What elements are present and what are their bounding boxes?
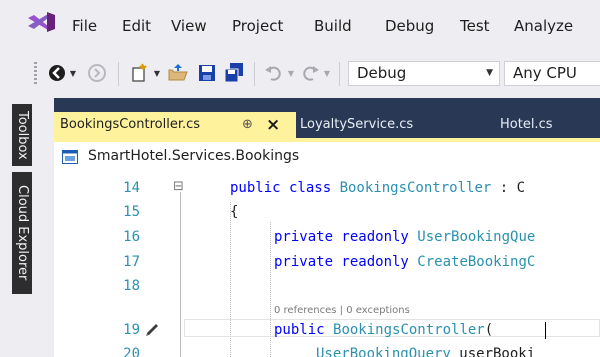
menu-view[interactable]: View	[171, 17, 207, 35]
back-dropdown-arrow-icon[interactable]: ▼	[68, 66, 78, 80]
pin-icon[interactable]: ⊕	[242, 112, 253, 138]
visual-studio-logo-icon	[28, 12, 55, 32]
edit-pencil-icon[interactable]	[144, 322, 160, 338]
new-dropdown-arrow-icon[interactable]: ▼	[152, 66, 162, 80]
back-navigation-button[interactable]	[46, 62, 68, 84]
code-text: userBooki	[450, 346, 536, 357]
tab-bookingscontroller[interactable]: BookingsController.cs ⊕ ×	[54, 112, 296, 138]
project-dropdown[interactable]: SmartHotel.Services.Bookings	[88, 148, 299, 164]
menu-edit[interactable]: Edit	[122, 17, 151, 35]
save-all-button[interactable]	[222, 62, 246, 84]
solution-platform-select[interactable]: Any CPU	[504, 61, 600, 86]
new-project-button[interactable]	[128, 62, 152, 84]
undo-dropdown-arrow-icon[interactable]: ▼	[286, 66, 296, 80]
tab-hotel[interactable]: Hotel.cs	[500, 112, 600, 138]
menu-test[interactable]: Test	[460, 17, 490, 35]
keyword: public	[274, 322, 334, 338]
toolbar-separator	[118, 62, 119, 86]
code-line: private readonly CreateBookingC	[274, 254, 535, 270]
code-text: (	[484, 322, 494, 338]
type-name: UserBookingQuery	[316, 346, 451, 357]
toolbox-tab[interactable]: Toolbox	[12, 104, 32, 166]
line-number: 20	[123, 346, 140, 357]
save-icon	[199, 65, 215, 81]
menu-build[interactable]: Build	[314, 17, 352, 35]
document-tab-strip: BookingsController.cs ⊕ × LoyaltyService…	[54, 112, 600, 138]
text-cursor	[545, 322, 546, 339]
navigation-bar[interactable]: SmartHotel.Services.Bookings	[54, 142, 600, 173]
type-name: UserBookingQue	[417, 229, 536, 245]
collapse-region-icon[interactable]: ⊟	[173, 179, 184, 194]
menu-debug[interactable]: Debug	[385, 17, 434, 35]
open-folder-icon	[168, 64, 188, 81]
save-button[interactable]	[196, 62, 218, 84]
forward-arrow-icon	[88, 64, 106, 82]
menu-analyze[interactable]: Analyze	[514, 17, 573, 35]
chevron-down-icon: ▼	[486, 68, 493, 78]
menu-bar: File Edit View Project Build Debug Test …	[0, 0, 600, 46]
code-text: : C	[491, 180, 526, 196]
code-line: public BookingsController(	[274, 322, 493, 338]
tab-label: BookingsController.cs	[60, 117, 201, 132]
redo-button[interactable]	[298, 62, 322, 84]
code-editor[interactable]: 14 ⊟ public class BookingsController : C…	[54, 172, 600, 357]
code-line: {	[230, 204, 239, 220]
undo-button[interactable]	[262, 62, 286, 84]
line-number: 17	[123, 254, 140, 270]
type-name: BookingsController	[339, 180, 492, 196]
redo-dropdown-arrow-icon[interactable]: ▼	[322, 66, 332, 80]
toolbar-grip[interactable]	[34, 62, 37, 84]
menu-file[interactable]: File	[72, 17, 97, 35]
code-line: UserBookingQuery userBooki	[316, 346, 535, 357]
undo-icon	[265, 66, 281, 81]
solution-platform-value: Any CPU	[513, 64, 577, 82]
tab-label: Hotel.cs	[500, 117, 553, 132]
forward-navigation-button[interactable]	[86, 62, 108, 84]
back-arrow-icon	[49, 65, 65, 81]
keyword: private readonly	[274, 254, 418, 270]
toolbar-separator	[339, 62, 340, 86]
line-number: 16	[123, 229, 140, 245]
tab-loyaltyservice[interactable]: LoyaltyService.cs	[300, 112, 490, 138]
type-name: CreateBookingC	[417, 254, 536, 270]
codelens-indicator[interactable]: 0 references | 0 exceptions	[274, 305, 410, 316]
tab-label: LoyaltyService.cs	[300, 117, 414, 132]
line-number: 19	[123, 322, 140, 338]
save-all-icon	[224, 63, 243, 83]
toolbar-separator	[254, 62, 255, 86]
solution-configuration-select[interactable]: Debug ▼	[348, 61, 500, 86]
keyword: public class	[230, 180, 340, 196]
code-line: private readonly UserBookingQue	[274, 229, 535, 245]
code-line: public class BookingsController : C	[230, 180, 525, 196]
outline-margin-line	[180, 192, 181, 357]
redo-icon	[303, 66, 319, 81]
line-number: 15	[123, 204, 140, 220]
solution-configuration-value: Debug	[357, 64, 407, 82]
open-file-button[interactable]	[166, 62, 190, 84]
cloud-explorer-tab[interactable]: Cloud Explorer	[12, 172, 32, 294]
menu-project[interactable]: Project	[232, 17, 283, 35]
csharp-project-icon	[62, 150, 78, 164]
line-number: 14	[123, 180, 140, 196]
line-number: 18	[123, 278, 140, 294]
new-project-icon	[132, 63, 147, 82]
keyword: private readonly	[274, 229, 418, 245]
type-name: BookingsController	[333, 322, 485, 338]
close-icon[interactable]: ×	[266, 112, 280, 138]
